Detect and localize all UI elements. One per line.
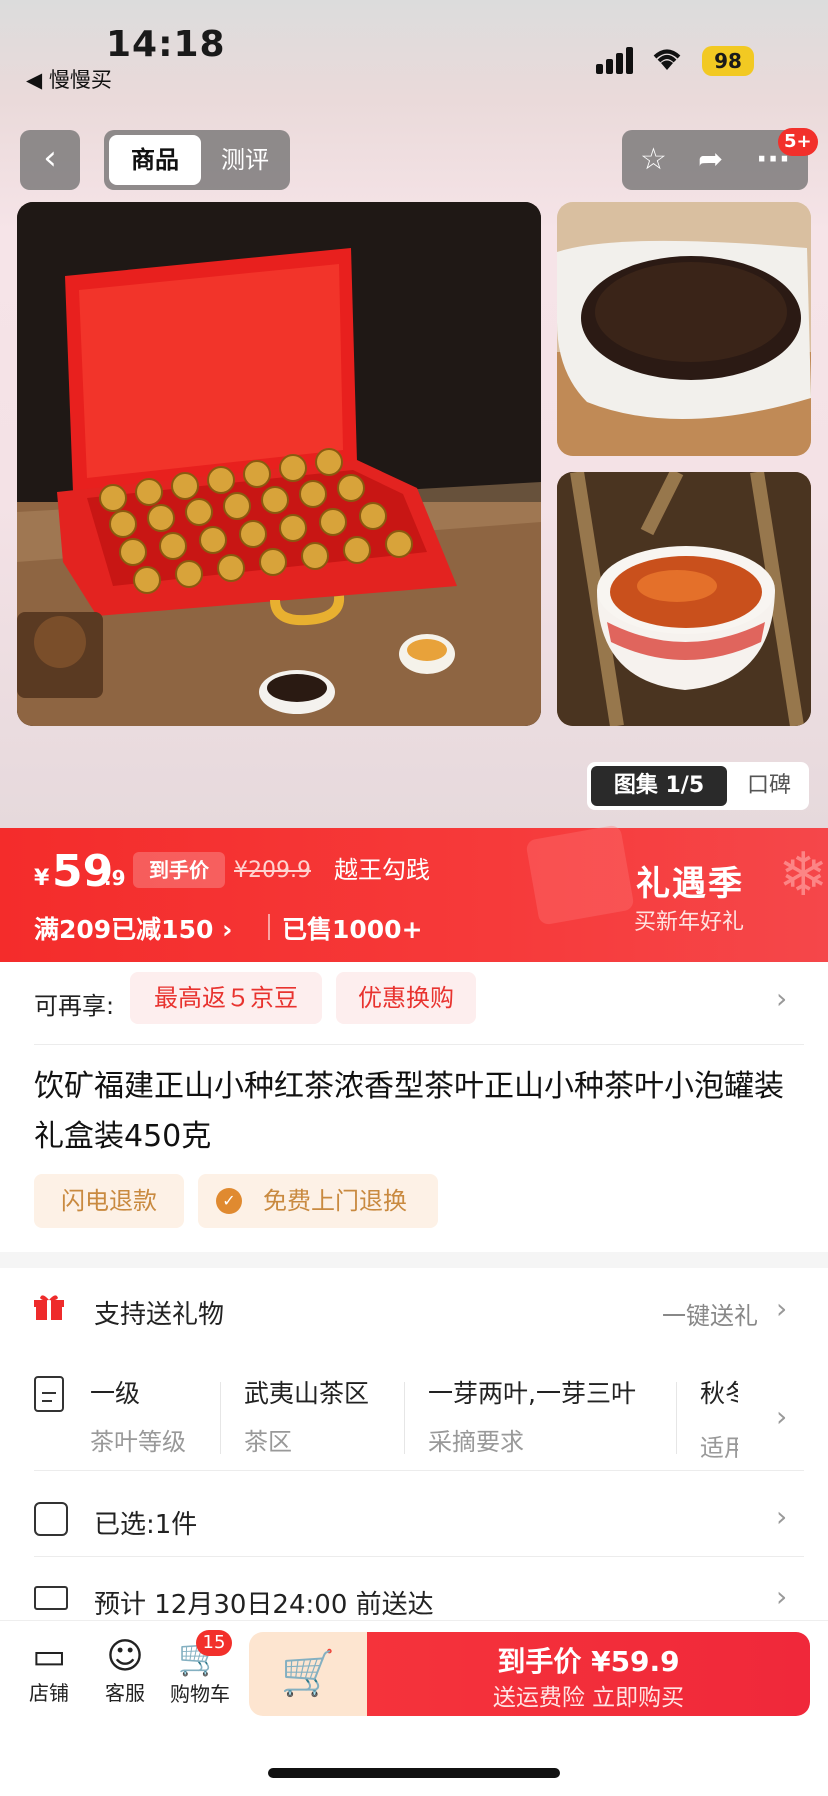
- add-to-cart-button[interactable]: 🛒: [249, 1632, 367, 1716]
- season-title: 礼遇季: [636, 864, 744, 904]
- store-label: 店铺: [29, 1681, 69, 1705]
- signal-icon: [596, 46, 636, 74]
- chevron-right-icon[interactable]: ›: [776, 982, 787, 1015]
- product-main-image[interactable]: [17, 202, 541, 726]
- product-title: 饮矿福建正山小种红茶浓香型茶叶正山小种茶叶小泡罐装礼盒装450克: [34, 1069, 784, 1154]
- selected-value: 1件: [154, 1510, 198, 1540]
- store-button[interactable]: ▭ 店铺: [22, 1636, 76, 1716]
- checklist-icon: [34, 1502, 68, 1536]
- status-time: 14:18: [106, 24, 226, 65]
- back-to-app-link[interactable]: ◀ 慢慢买: [26, 64, 112, 94]
- delivery-estimate[interactable]: 预计 12月30日24:00 前送达: [94, 1584, 434, 1621]
- buy-now-button[interactable]: 到手价 ¥59.9 送运费险 立即购买: [367, 1632, 810, 1716]
- product-thumb-cup[interactable]: [557, 472, 811, 726]
- divider: [34, 1044, 804, 1045]
- brand-name[interactable]: 越王勾践: [334, 850, 430, 885]
- attr-value-picking: 一芽两叶,一芽三叶: [428, 1379, 636, 1408]
- original-price: ¥209.9: [234, 858, 311, 883]
- back-button[interactable]: ‹: [20, 130, 80, 190]
- chevron-right-icon[interactable]: ›: [776, 1400, 787, 1433]
- attr-key-region: 茶区: [244, 1428, 292, 1456]
- tab-review[interactable]: 测评: [204, 135, 286, 185]
- customer-service-label: 客服: [105, 1681, 145, 1705]
- hand-price-tag: 到手价: [133, 852, 225, 888]
- more-badge: 5+: [778, 128, 818, 156]
- chevron-right-icon[interactable]: ›: [776, 1580, 787, 1613]
- star-icon[interactable]: ☆: [640, 138, 667, 182]
- gift-box-icon: [525, 824, 635, 926]
- truck-icon: [34, 1586, 68, 1610]
- promo-link[interactable]: 满209已减150 ›: [34, 910, 232, 946]
- selected-label-text: 已选:: [94, 1510, 155, 1540]
- gift-icon: [34, 1292, 64, 1322]
- wifi-icon: [650, 44, 684, 78]
- season-subtitle: 买新年好礼: [634, 910, 745, 935]
- cart-count-badge: 15: [196, 1630, 232, 1656]
- buy-price-value: ¥59.9: [591, 1645, 680, 1678]
- product-thumb-leaves[interactable]: [557, 202, 811, 456]
- one-click-gift-link[interactable]: 一键送礼: [662, 1296, 758, 1331]
- attr-key-picking: 采摘要求: [428, 1428, 524, 1456]
- attr-key-season: 适用: [700, 1434, 738, 1462]
- header-tabs: 商品 测评: [104, 130, 290, 190]
- cart-label: 购物车: [170, 1682, 230, 1706]
- cart-plus-icon: 🛒: [280, 1648, 336, 1699]
- store-icon: ▭: [31, 1636, 66, 1677]
- selected-label[interactable]: 已选:1件: [94, 1504, 197, 1541]
- chevron-right-icon[interactable]: ›: [776, 1500, 787, 1533]
- divider: [34, 1470, 804, 1471]
- smile-icon: ☺: [106, 1636, 144, 1677]
- bean-rebate-chip[interactable]: 最高返５京豆: [130, 972, 322, 1024]
- divider: [404, 1382, 405, 1454]
- buy-subtitle: 送运费险 立即购买: [492, 1685, 685, 1711]
- customer-service-button[interactable]: ☺ 客服: [98, 1636, 152, 1716]
- gallery-counter[interactable]: 图集 1/5: [591, 766, 727, 806]
- exchange-chip[interactable]: 优惠换购: [336, 972, 476, 1024]
- share-icon[interactable]: ➦: [698, 138, 723, 182]
- home-indicator: [268, 1768, 560, 1778]
- reviews-tab[interactable]: 口碑: [733, 766, 805, 806]
- service-fast-refund[interactable]: 闪电退款: [34, 1174, 184, 1228]
- price-currency: ¥: [34, 866, 50, 891]
- chevron-left-icon: ‹: [43, 138, 57, 178]
- divider: [220, 1382, 221, 1454]
- gift-support-label: 支持送礼物: [94, 1300, 225, 1330]
- attr-key-grade: 茶叶等级: [90, 1428, 186, 1456]
- attr-season-cell: 秋冬 适用: [700, 1374, 738, 1464]
- gallery-switch: 图集 1/5 口碑: [587, 762, 809, 810]
- battery-indicator: 98: [702, 46, 754, 76]
- price-decimal: .9: [104, 866, 126, 890]
- service-free-return[interactable]: ✓ 免费上门退换: [198, 1174, 438, 1228]
- divider: [268, 914, 270, 940]
- buy-price-line: 到手价 ¥59.9: [367, 1640, 810, 1680]
- enjoy-label: 可再享:: [34, 992, 115, 1020]
- shield-check-icon: ✓: [216, 1188, 242, 1214]
- chevron-right-icon[interactable]: ›: [776, 1292, 787, 1325]
- attr-value-region: 武夷山茶区: [244, 1379, 370, 1408]
- sold-count: 已售1000+: [282, 915, 423, 944]
- tab-product[interactable]: 商品: [109, 135, 201, 185]
- divider: [676, 1382, 677, 1454]
- buy-price-label: 到手价: [497, 1645, 582, 1678]
- snowflake-icon: ❄: [778, 840, 828, 910]
- divider: [34, 1556, 804, 1557]
- attr-value-grade: 一级: [90, 1379, 141, 1408]
- document-icon: [34, 1376, 64, 1412]
- section-gap: [0, 1252, 828, 1268]
- attr-value-season: 秋冬: [700, 1379, 738, 1408]
- service-free-return-label: 免费上门退换: [263, 1187, 407, 1215]
